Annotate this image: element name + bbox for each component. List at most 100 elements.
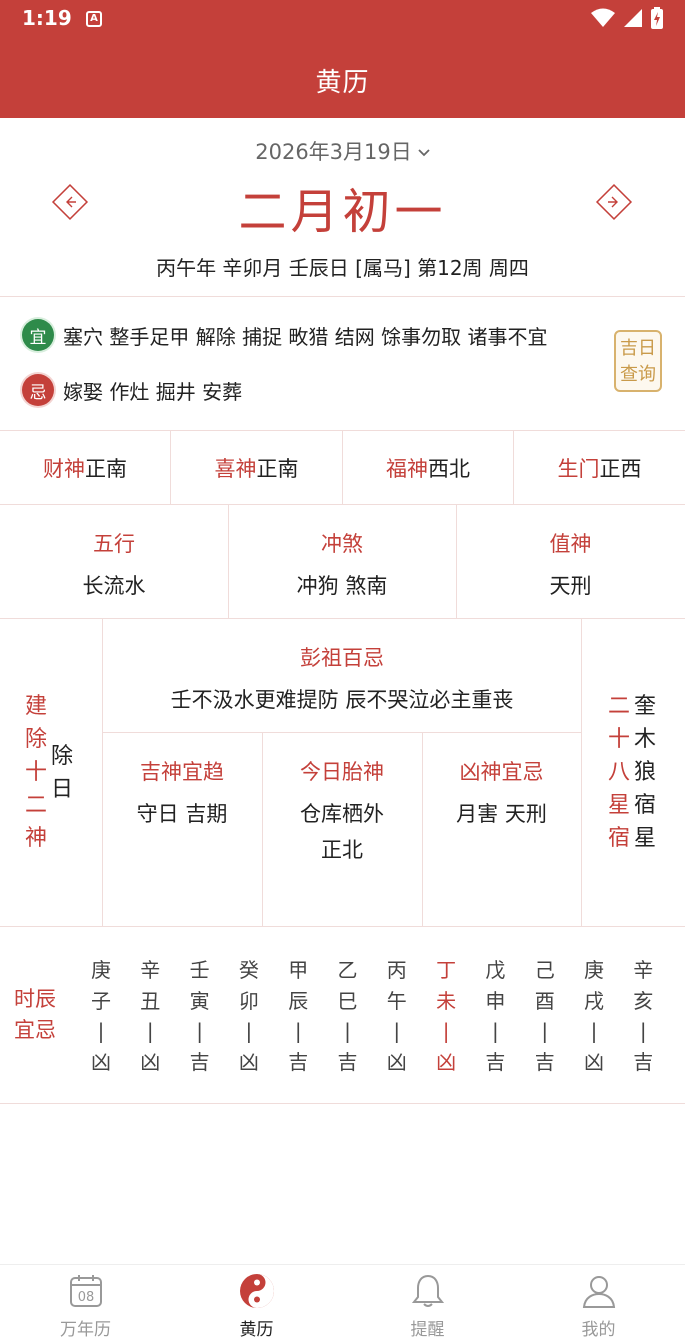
mid-label: 吉神宜趋 (140, 760, 224, 784)
hour-gan: 癸 (238, 958, 259, 982)
hour-zhi: 巳 (337, 988, 358, 1013)
system-icons (591, 7, 663, 29)
hour-luck: 吉 (337, 1049, 358, 1074)
god-life-gate: 生门正西 (514, 453, 685, 483)
hour-luck: 吉 (485, 1049, 506, 1074)
hour-gan: 庚 (584, 958, 604, 982)
jianchu-label-char: 十 (24, 760, 47, 785)
hour-zhi: 戌 (584, 988, 604, 1013)
divider (0, 926, 685, 927)
god-label: 喜神 (214, 457, 257, 481)
ji-text: 嫁娶 作灶 掘井 安葬 (63, 379, 243, 404)
hour-item: 庚子 | 凶 (86, 955, 116, 1077)
user-icon (582, 1276, 615, 1308)
inauspicious-gods: 凶神宜忌 月害 天刑 (422, 756, 581, 828)
calendar-icon: 08 (69, 1275, 102, 1307)
hour-zhi: 卯 (238, 988, 259, 1013)
hour-gan: 乙 (337, 958, 358, 982)
xiu-label-char: 宿 (607, 826, 630, 851)
hour-zhi: 子 (91, 988, 111, 1013)
hour-gan: 甲 (288, 958, 309, 982)
hour-sep: | (541, 1019, 549, 1043)
lucky-day-lookup-button[interactable]: 吉日 查询 (614, 330, 662, 392)
next-day-button[interactable] (594, 182, 634, 222)
nav-almanac[interactable]: 黄历 (171, 1265, 342, 1344)
hour-sep: | (245, 1019, 253, 1043)
lookup-line2: 查询 (620, 364, 656, 385)
info-value: 冲狗 煞南 (296, 574, 388, 598)
xiu-value-char: 狼 (633, 760, 656, 785)
mid-label: 今日胎神 (300, 760, 384, 784)
god-label: 福神 (386, 457, 428, 481)
divider (0, 296, 685, 297)
hour-luck: 凶 (584, 1049, 604, 1074)
hour-gan: 戊 (485, 958, 506, 982)
hour-zhi: 辰 (288, 988, 309, 1013)
jianchu-label-char: 建 (24, 694, 47, 719)
hour-sep: | (639, 1019, 647, 1043)
nav-profile[interactable]: 我的 (513, 1265, 684, 1344)
bottom-nav: 08 万年历 黄历 提醒 我的 (0, 1264, 685, 1344)
divider (102, 732, 582, 733)
divider (0, 1103, 685, 1104)
god-joy: 喜神正南 (171, 453, 342, 483)
god-value: 正南 (256, 457, 299, 481)
jianchu-label-char: 二 (24, 793, 47, 818)
hour-gan: 辛 (140, 958, 161, 982)
signal-icon (624, 9, 642, 27)
info-chongsha: 冲煞 冲狗 煞南 (228, 528, 456, 600)
xiu-label-char: 十 (607, 727, 630, 752)
xiu-value-char: 木 (633, 727, 656, 752)
god-value: 西北 (428, 457, 470, 481)
hours-label-line: 宜忌 (14, 1018, 56, 1042)
info-value: 长流水 (82, 574, 146, 598)
hour-zhi: 酉 (534, 988, 555, 1013)
nav-reminder[interactable]: 提醒 (342, 1265, 513, 1344)
date-picker[interactable]: 2026年3月19日 (0, 136, 685, 166)
nav-label: 提醒 (410, 1320, 445, 1340)
nav-calendar[interactable]: 08 万年历 (0, 1265, 171, 1344)
ji-row: 忌 嫁娶 作灶 掘井 安葬 (22, 374, 242, 406)
hour-item: 戊申 | 吉 (480, 955, 510, 1077)
mid-value: 守日 吉期 (136, 802, 228, 826)
page-title: 黄历 (315, 68, 370, 98)
xiu-value: 奎 木 狼 宿 星 (632, 690, 658, 855)
info-wuxing: 五行 长流水 (0, 528, 228, 600)
xiu-value-char: 星 (633, 826, 656, 851)
hour-gan: 庚 (91, 958, 111, 982)
hour-item: 乙巳 | 吉 (333, 955, 363, 1077)
info-value: 天刑 (549, 574, 592, 598)
hour-luck: 凶 (238, 1049, 259, 1074)
hour-sep: | (344, 1019, 351, 1043)
nav-label: 万年历 (60, 1320, 111, 1340)
god-value: 正南 (85, 457, 127, 481)
hour-luck: 吉 (534, 1049, 555, 1074)
mid-value: 仓库栖外 (300, 802, 384, 826)
hour-zhi: 午 (386, 988, 407, 1013)
jianchu-label-char: 除 (24, 727, 47, 752)
notification-a-icon: A (86, 11, 102, 27)
mid-label: 凶神宜忌 (459, 760, 544, 784)
xiu-label-char: 八 (607, 760, 630, 785)
hour-item: 壬寅 | 吉 (185, 955, 215, 1077)
fetus-god: 今日胎神 仓库栖外 正北 (262, 756, 422, 864)
god-value: 正西 (599, 457, 642, 481)
mid-value: 月害 天刑 (456, 802, 547, 826)
lookup-line1: 吉日 (620, 338, 656, 359)
bell-icon (411, 1274, 444, 1307)
hour-gan: 丙 (386, 958, 407, 982)
hour-sep: | (492, 1019, 499, 1043)
god-label: 生门 (557, 457, 600, 481)
hour-zhi: 丑 (140, 988, 161, 1013)
hour-gan: 辛 (633, 958, 654, 982)
hour-item: 辛丑 | 凶 (135, 955, 165, 1077)
hour-sep: | (146, 1019, 154, 1043)
yi-text: 塞穴 整手足甲 解除 捕捉 畋猎 结网 馀事勿取 诸事不宜 (63, 324, 548, 349)
ji-badge: 忌 (22, 374, 54, 406)
jianchu-label-char: 神 (24, 826, 47, 851)
xiu-label-char: 二 (607, 694, 630, 719)
hour-item: 庚戌 | 凶 (579, 955, 609, 1077)
info-label: 冲煞 (321, 532, 363, 556)
hour-item: 甲辰 | 吉 (283, 955, 313, 1077)
hour-item: 丁未 | 凶 (431, 955, 461, 1077)
